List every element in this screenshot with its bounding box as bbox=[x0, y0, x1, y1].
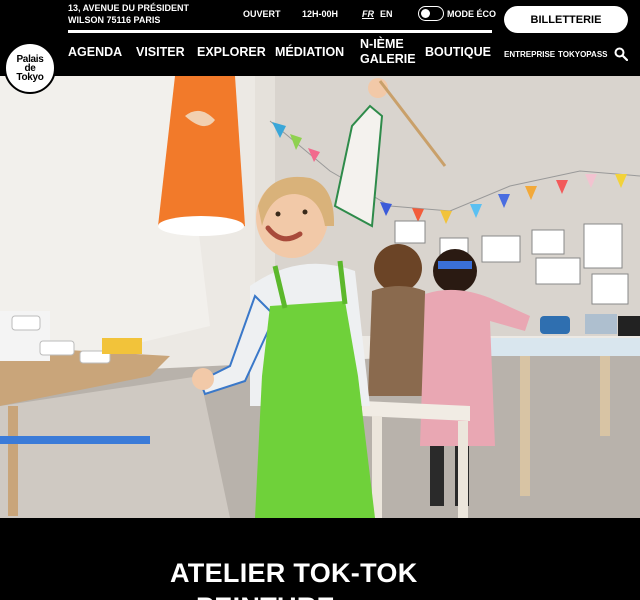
nav-item-explorer[interactable]: EXPLORER bbox=[197, 45, 266, 60]
nav-item-boutique[interactable]: BOUTIQUE bbox=[425, 45, 491, 60]
nav-item-visiter[interactable]: VISITER bbox=[136, 45, 185, 60]
page-title: ATELIER TOK-TOK bbox=[170, 558, 418, 588]
eco-mode-label: MODE ÉCO bbox=[447, 9, 497, 19]
nav-item-agenda[interactable]: AGENDA bbox=[68, 45, 122, 60]
hero-image bbox=[0, 76, 640, 518]
logo-text: Palais de Tokyo bbox=[16, 53, 44, 83]
address: 13, AVENUE DU PRÉSIDENT WILSON 75116 PAR… bbox=[68, 3, 190, 25]
eco-mode-toggle[interactable] bbox=[418, 6, 444, 21]
lang-fr-link[interactable]: FR bbox=[362, 9, 374, 19]
header-divider bbox=[68, 30, 492, 33]
hero-photo-illustration bbox=[0, 76, 640, 518]
site-header: Palais de Tokyo 13, AVENUE DU PRÉSIDENT … bbox=[0, 0, 640, 94]
ticketing-button[interactable]: BILLETTERIE bbox=[504, 6, 628, 33]
nav-item-tokyopass[interactable]: TOKYOPASS bbox=[558, 50, 608, 59]
search-icon[interactable] bbox=[614, 47, 628, 61]
lang-en-link[interactable]: EN bbox=[380, 9, 393, 19]
nav-item-n-ieme-galerie[interactable]: N-IÈME GALERIE bbox=[360, 37, 416, 67]
page-title-line-2: PEINTURE bbox=[196, 592, 335, 600]
nav-item-mediation[interactable]: MÉDIATION bbox=[275, 45, 344, 60]
opening-status: OUVERT bbox=[243, 9, 281, 19]
nav-item-entreprise[interactable]: ENTREPRISE bbox=[504, 50, 555, 59]
opening-hours: 12H-00H bbox=[302, 9, 339, 19]
palais-de-tokyo-logo[interactable]: Palais de Tokyo bbox=[4, 42, 56, 94]
